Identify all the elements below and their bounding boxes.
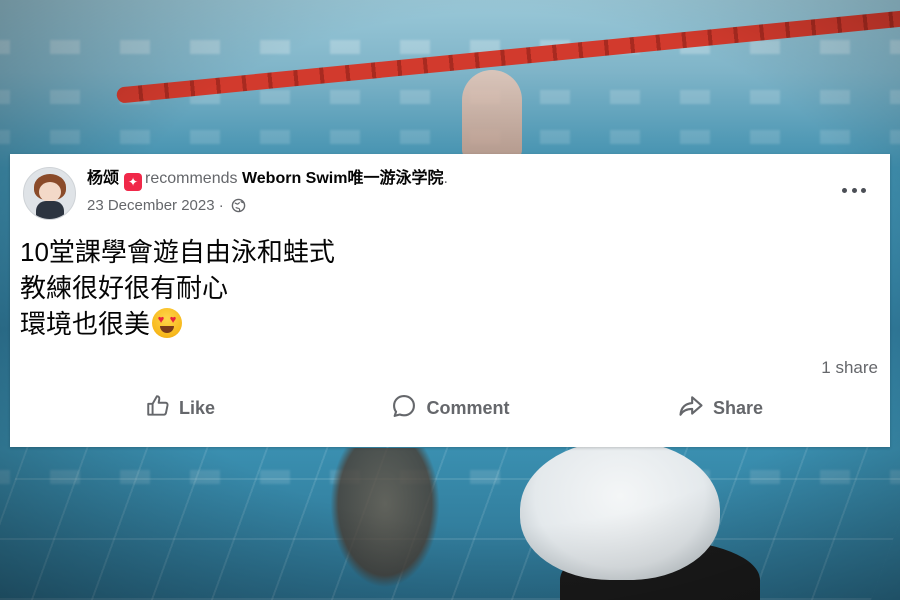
page-name-link[interactable]: Weborn Swim唯一游泳学院 xyxy=(242,170,444,187)
recommend-icon: ✦ xyxy=(124,173,143,191)
post-date[interactable]: 23 December 2023 xyxy=(87,197,215,214)
more-options-icon[interactable] xyxy=(840,180,868,200)
heart-eyes-emoji: ♥ ♥ xyxy=(152,308,183,338)
globe-icon xyxy=(231,198,246,219)
post-text-line: 環境也很美 xyxy=(20,309,151,339)
post-text-line: 10堂課學會遊自由泳和蛙式 xyxy=(20,237,335,267)
meta-separator: · xyxy=(218,197,224,214)
avatar[interactable] xyxy=(23,167,76,220)
recommend-verb: recommends xyxy=(145,170,238,187)
post-actions-bar: Like Comment Share xyxy=(10,390,890,426)
post-meta: 23 December 2023 · xyxy=(87,196,246,219)
comment-bubble-icon xyxy=(390,392,418,425)
share-count[interactable]: 1 share xyxy=(821,358,878,378)
like-button[interactable]: Like xyxy=(50,390,310,426)
share-label: Share xyxy=(712,397,764,418)
comment-label: Comment xyxy=(426,397,510,418)
share-button[interactable]: Share xyxy=(590,390,850,426)
share-arrow-icon xyxy=(677,392,705,425)
comment-button[interactable]: Comment xyxy=(320,390,580,426)
post-text-line: 教練很好很有耐心 xyxy=(20,273,229,303)
thumbs-up-icon xyxy=(145,393,171,424)
like-label: Like xyxy=(178,397,216,418)
post-header: 杨颂 ✦ recommends Weborn Swim唯一游泳学院. xyxy=(87,169,448,191)
post-body: 10堂課學會遊自由泳和蛙式 教練很好很有耐心 環境也很美 ♥ ♥ xyxy=(20,234,335,342)
review-post-card: 杨颂 ✦ recommends Weborn Swim唯一游泳学院. 23 Dece… xyxy=(10,154,890,447)
author-name[interactable]: 杨颂 xyxy=(87,170,119,187)
page-name-suffix: . xyxy=(443,170,448,187)
